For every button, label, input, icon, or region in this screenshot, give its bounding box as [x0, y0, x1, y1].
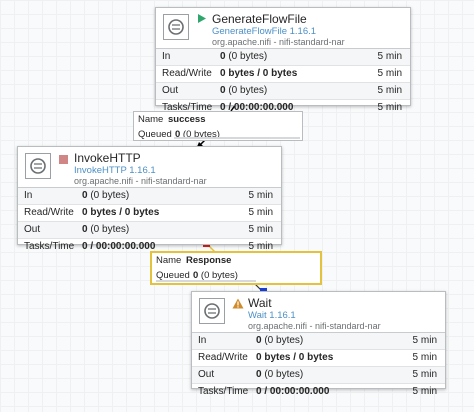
- processor-type: GenerateFlowFile 1.16.1: [212, 26, 317, 37]
- stat-row-readwrite: Read/Write 0 bytes / 0 bytes 5 min: [156, 66, 410, 83]
- processor-bundle: org.apache.nifi - nifi-standard-nar: [74, 176, 207, 186]
- stat-row-out: Out 0 (0 bytes) 5 min: [18, 222, 281, 239]
- stat-time: 5 min: [377, 68, 402, 79]
- stat-time: 5 min: [248, 224, 273, 235]
- stat-row-in: In 0 (0 bytes) 5 min: [156, 49, 410, 66]
- stat-row-out: Out 0 (0 bytes) 5 min: [192, 367, 445, 384]
- processor-bundle: org.apache.nifi - nifi-standard-nar: [212, 37, 345, 47]
- stat-time: 5 min: [377, 51, 402, 62]
- processor-name: InvokeHTTP: [74, 151, 141, 165]
- stat-value: 0 (0 bytes): [220, 51, 268, 62]
- processor-type: Wait 1.16.1: [248, 310, 296, 321]
- stat-row-out: Out 0 (0 bytes) 5 min: [156, 83, 410, 100]
- stat-value: 0 (0 bytes): [220, 85, 268, 96]
- processor-icon: [25, 153, 51, 179]
- processor-wait[interactable]: Wait Wait 1.16.1 org.apache.nifi - nifi-…: [191, 291, 446, 397]
- stat-value: 0 (0 bytes): [82, 190, 130, 201]
- stat-time: 5 min: [377, 102, 402, 113]
- stat-value: 0 bytes / 0 bytes: [256, 352, 334, 363]
- connection-queue-bar: [156, 280, 256, 282]
- stat-label: In: [162, 51, 171, 62]
- processor-icon: [163, 14, 189, 40]
- processor-invokehttp[interactable]: InvokeHTTP InvokeHTTP 1.16.1 org.apache.…: [17, 146, 282, 252]
- connection-name-label: Name: [156, 255, 182, 266]
- processor-generateflowfile[interactable]: GenerateFlowFile GenerateFlowFile 1.16.1…: [155, 7, 411, 113]
- warning-icon[interactable]: [232, 298, 244, 312]
- stat-value: 0 / 00:00:00.000: [82, 241, 156, 252]
- stat-value: 0 (0 bytes): [256, 335, 304, 346]
- processor-header: GenerateFlowFile GenerateFlowFile 1.16.1…: [156, 8, 410, 49]
- processor-type: InvokeHTTP 1.16.1: [74, 165, 156, 176]
- stat-value: 0 bytes / 0 bytes: [220, 68, 298, 79]
- processor-header: Wait Wait 1.16.1 org.apache.nifi - nifi-…: [192, 292, 445, 333]
- stat-value: 0 / 00:00:00.000: [256, 386, 330, 397]
- connection-name-row: Name success: [134, 112, 302, 127]
- stat-time: 5 min: [412, 352, 437, 363]
- stat-label: Tasks/Time: [198, 386, 249, 397]
- stat-value: 0 bytes / 0 bytes: [82, 207, 160, 218]
- processor-icon: [199, 298, 225, 324]
- stat-label: Tasks/Time: [24, 241, 75, 252]
- stat-label: Out: [162, 85, 179, 96]
- connection-name-label: Name: [138, 114, 164, 125]
- connection-label-response[interactable]: Name Response Queued 0 (0 bytes): [150, 251, 322, 285]
- stat-row-readwrite: Read/Write 0 bytes / 0 bytes 5 min: [18, 205, 281, 222]
- stat-row-in: In 0 (0 bytes) 5 min: [192, 333, 445, 350]
- play-icon: [197, 13, 207, 27]
- stat-time: 5 min: [412, 369, 437, 380]
- connection-name-value: success: [168, 114, 206, 125]
- stat-value: 0 (0 bytes): [256, 369, 304, 380]
- processor-bundle: org.apache.nifi - nifi-standard-nar: [248, 321, 381, 331]
- stat-label: Out: [24, 224, 41, 235]
- stat-time: 5 min: [248, 190, 273, 201]
- connection-name-value: Response: [186, 255, 232, 266]
- connection-queued-label: Queued: [138, 129, 172, 140]
- stat-label: Read/Write: [24, 207, 74, 218]
- stat-label: In: [24, 190, 33, 201]
- stop-icon: [59, 155, 68, 167]
- stat-time: 5 min: [412, 335, 437, 346]
- stat-label: Read/Write: [198, 352, 248, 363]
- processor-stats: In 0 (0 bytes) 5 min Read/Write 0 bytes …: [18, 188, 281, 255]
- processor-header: InvokeHTTP InvokeHTTP 1.16.1 org.apache.…: [18, 147, 281, 188]
- processor-name: GenerateFlowFile: [212, 12, 307, 26]
- processor-stats: In 0 (0 bytes) 5 min Read/Write 0 bytes …: [192, 333, 445, 400]
- stat-row-in: In 0 (0 bytes) 5 min: [18, 188, 281, 205]
- processor-stats: In 0 (0 bytes) 5 min Read/Write 0 bytes …: [156, 49, 410, 116]
- stat-time: 5 min: [377, 85, 402, 96]
- connection-queued-value: 0 (0 bytes): [175, 129, 220, 140]
- connection-name-row: Name Response: [152, 253, 320, 268]
- stat-row-tasks: Tasks/Time 0 / 00:00:00.000 5 min: [192, 384, 445, 400]
- connection-queued-row: Queued 0 (0 bytes): [134, 127, 302, 142]
- stat-label: Out: [198, 369, 215, 380]
- connection-queue-bar: [174, 137, 300, 139]
- stat-row-readwrite: Read/Write 0 bytes / 0 bytes 5 min: [192, 350, 445, 367]
- processor-name: Wait: [248, 296, 272, 310]
- stat-label: Read/Write: [162, 68, 212, 79]
- stat-value: 0 (0 bytes): [82, 224, 130, 235]
- stat-time: 5 min: [248, 207, 273, 218]
- stat-time: 5 min: [412, 386, 437, 397]
- stat-label: In: [198, 335, 207, 346]
- connection-label-success[interactable]: Name success Queued 0 (0 bytes): [133, 111, 303, 141]
